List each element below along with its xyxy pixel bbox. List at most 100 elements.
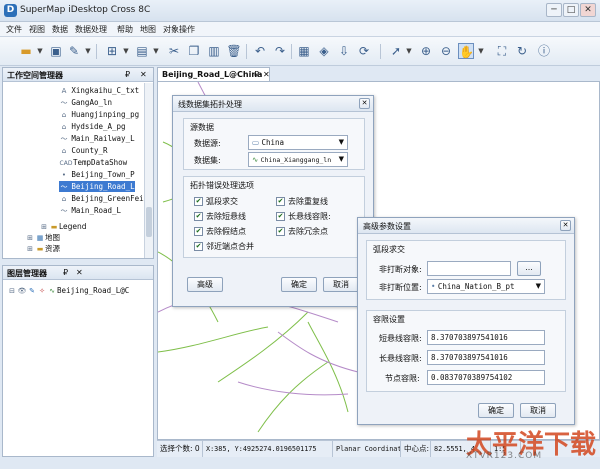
edit-pen-icon[interactable]: ✎ xyxy=(27,286,37,297)
dialog-titlebar: 高级参数设置 ✕ xyxy=(358,218,574,234)
option-checkbox[interactable]: ✔ xyxy=(276,212,285,221)
new-icon[interactable]: ⊞ xyxy=(104,43,120,59)
option-checkbox[interactable]: ✔ xyxy=(194,227,203,236)
menu-map[interactable]: 地图 xyxy=(140,24,156,35)
delete-icon[interactable]: 🗑 xyxy=(226,43,242,59)
pin-icon[interactable]: ₽ xyxy=(254,70,259,79)
toolbar: ▬ ▼ ▣ ✎ ▼ ⊞ ▼ ▤ ▼ ✂ ❐ ▥ 🗑 ↶ ↷ ▦ ◈ ⇩ ⟳ ➚ … xyxy=(0,37,600,66)
redo-icon[interactable]: ↷ xyxy=(272,43,288,59)
chevron-down-icon[interactable]: ▼ xyxy=(122,46,130,56)
snap-icon[interactable]: ✧ xyxy=(37,286,47,297)
map-doc-tab[interactable]: Beijing_Road_L@China ₽ ✕ xyxy=(157,67,270,82)
tree-item[interactable]: CADTempDataShow xyxy=(59,157,128,168)
tree-item[interactable]: ⌂ Beijing_GreenFei xyxy=(59,193,144,204)
restore-button[interactable]: □ xyxy=(563,3,579,17)
menu-object-ops[interactable]: 对象操作 xyxy=(163,24,195,35)
layers-icon[interactable]: ▤ xyxy=(134,43,150,59)
edit-icon[interactable]: ✎ xyxy=(66,43,82,59)
menu-help[interactable]: 帮助 xyxy=(117,24,133,35)
workspace-panel: 工作空间管理器 ₽ ✕ A Xingkaihu_C_txt 〜 GangAo_l… xyxy=(2,67,154,259)
layer-panel-header: 图层管理器 ₽ ✕ xyxy=(3,266,153,280)
full-extent-icon[interactable]: ⛶ xyxy=(494,43,510,59)
tree-item[interactable]: 〜 GangAo_ln xyxy=(59,97,113,108)
chevron-down-icon[interactable]: ▼ xyxy=(152,46,160,56)
tree-item[interactable]: 〜 Main_Railway_L xyxy=(59,133,135,144)
chevron-down-icon[interactable]: ▼ xyxy=(405,46,413,56)
tree-item-selected[interactable]: 〜 Beijing_Road_L xyxy=(59,181,135,192)
pin-icon[interactable]: ₽ xyxy=(125,70,130,79)
tree-folder-map[interactable]: ⊞ ▦ 地图 xyxy=(25,232,60,243)
tree-item[interactable]: • Beijing_Town_P xyxy=(59,169,135,180)
layer-stack-icon[interactable]: ◈ xyxy=(316,43,332,59)
info-icon[interactable]: ⓘ xyxy=(536,43,552,59)
non-break-object-input[interactable] xyxy=(427,261,511,276)
minimize-button[interactable]: ─ xyxy=(546,3,562,17)
zoom-in-icon[interactable]: ⊕ xyxy=(418,43,434,59)
cancel-button[interactable]: 取消 xyxy=(323,277,359,292)
menu-data-processing[interactable]: 数据处理 xyxy=(75,24,107,35)
paste-icon[interactable]: ▥ xyxy=(206,43,222,59)
option-checkbox[interactable]: ✔ xyxy=(194,212,203,221)
dataset-select[interactable]: ∿ China_Xianggang_ln ▼ xyxy=(248,152,348,167)
close-window-button[interactable]: ✕ xyxy=(580,3,596,17)
long-tolerance-input[interactable]: 8.370703897541016 xyxy=(427,350,545,365)
node-tolerance-input[interactable]: 0.0837070389754102 xyxy=(427,370,545,385)
dialog-close-button[interactable]: ✕ xyxy=(359,98,370,109)
layer-row[interactable]: ⊟ 👁 ✎ ✧ ∿ Beijing_Road_L@C xyxy=(7,285,129,296)
dialog-close-button[interactable]: ✕ xyxy=(560,220,571,231)
group-title: 拓扑错误处理选项 xyxy=(190,181,254,190)
chevron-down-icon[interactable]: ▼ xyxy=(36,46,44,56)
advanced-button[interactable]: 高级 xyxy=(187,277,223,292)
refresh-icon[interactable]: ⟳ xyxy=(356,43,372,59)
close-icon[interactable]: ✕ xyxy=(263,70,270,79)
save-icon[interactable]: ▣ xyxy=(48,43,64,59)
copy-icon[interactable]: ❐ xyxy=(186,43,202,59)
menu-file[interactable]: 文件 xyxy=(6,24,22,35)
scrollbar-thumb[interactable] xyxy=(146,207,152,237)
pin-icon[interactable]: ₽ xyxy=(63,268,68,277)
cut-icon[interactable]: ✂ xyxy=(166,43,182,59)
pan-hand-icon[interactable]: ✋ xyxy=(458,43,474,59)
source-group: 源数据 数据源: ▭ China ▼ 数据集: ∿ China_Xianggan… xyxy=(183,118,365,170)
menu-view[interactable]: 视图 xyxy=(29,24,45,35)
folder-open-icon[interactable]: ▬ xyxy=(18,43,34,59)
tree-item[interactable]: A Xingkaihu_C_txt xyxy=(59,85,140,96)
dialog-titlebar: 线数据集拓扑处理 ✕ xyxy=(173,96,373,112)
tree-scrollbar[interactable] xyxy=(144,83,153,258)
menu-data[interactable]: 数据 xyxy=(52,24,68,35)
short-tolerance-input[interactable]: 8.370703897541016 xyxy=(427,330,545,345)
ok-button[interactable]: 确定 xyxy=(281,277,317,292)
option-checkbox[interactable]: ✔ xyxy=(276,227,285,236)
export-icon[interactable]: ⇩ xyxy=(336,43,352,59)
group-title: 容限设置 xyxy=(373,315,405,324)
zoom-out-icon[interactable]: ⊖ xyxy=(438,43,454,59)
rotate-icon[interactable]: ↻ xyxy=(514,43,530,59)
option-label: 去除假结点 xyxy=(206,227,246,236)
chevron-down-icon[interactable]: ▼ xyxy=(477,46,485,56)
close-icon[interactable]: ✕ xyxy=(140,70,147,79)
chevron-down-icon[interactable]: ▼ xyxy=(84,46,92,56)
group-title: 弧段求交 xyxy=(373,245,405,254)
browse-button[interactable]: ... xyxy=(517,261,541,276)
toolbar-separator xyxy=(246,44,247,59)
undo-icon[interactable]: ↶ xyxy=(252,43,268,59)
map-icon[interactable]: ▦ xyxy=(296,43,312,59)
option-checkbox[interactable]: ✔ xyxy=(194,197,203,206)
select-arrow-icon[interactable]: ➚ xyxy=(388,43,404,59)
tree-item[interactable]: 〜 Main_Road_L xyxy=(59,205,122,216)
coordinate-system: Planar Coordinat xyxy=(333,441,401,457)
tree-folder-resources[interactable]: ⊞ ▬ 资源 xyxy=(25,243,60,254)
datasource-select[interactable]: ▭ China ▼ xyxy=(248,135,348,150)
cancel-button[interactable]: 取消 xyxy=(520,403,556,418)
option-checkbox[interactable]: ✔ xyxy=(194,242,203,251)
non-break-position-label: 非打断位置: xyxy=(379,283,422,292)
close-icon[interactable]: ✕ xyxy=(76,268,83,277)
tree-item[interactable]: ⌂ County_R xyxy=(59,145,108,156)
tree-folder-legend[interactable]: ⊞ ▬ Legend xyxy=(39,221,87,232)
tree-item[interactable]: ⌂ Huangjinping_pg xyxy=(59,109,139,120)
ok-button[interactable]: 确定 xyxy=(478,403,514,418)
eye-icon[interactable]: 👁 xyxy=(17,286,27,297)
tree-item[interactable]: ⌂ Hydside_A_pg xyxy=(59,121,126,132)
non-break-position-select[interactable]: • China_Nation_B_pt ▼ xyxy=(427,279,545,294)
option-checkbox[interactable]: ✔ xyxy=(276,197,285,206)
